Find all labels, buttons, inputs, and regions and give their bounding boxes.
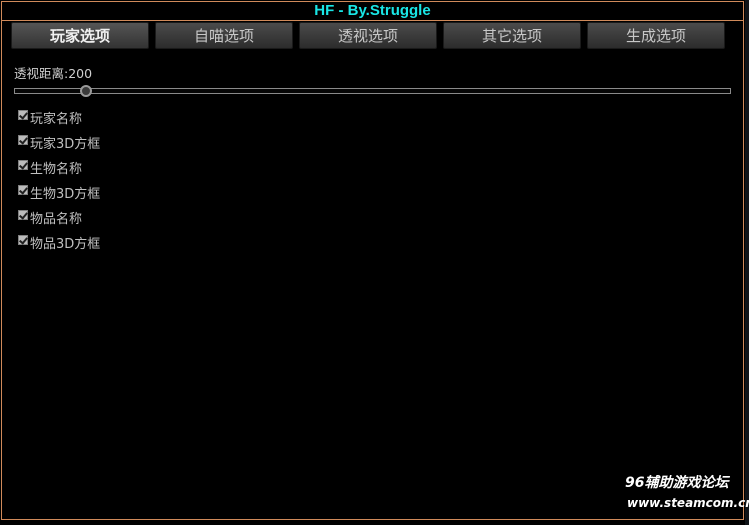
tab-esp-options[interactable]: 透视选项 — [299, 22, 437, 49]
checkbox-player-name[interactable] — [18, 109, 28, 120]
cheat-menu-window: HF - By.Struggle — [1, 1, 744, 520]
tab-player-options[interactable]: 玩家选项 — [11, 22, 149, 49]
background-edge — [745, 0, 749, 525]
checkbox-player-3d-box[interactable] — [18, 134, 28, 145]
option-player-3d-box[interactable]: 玩家3D方框 — [18, 130, 100, 155]
option-creature-name[interactable]: 生物名称 — [18, 155, 100, 180]
esp-distance-slider-track[interactable] — [14, 88, 731, 94]
tab-bar: 玩家选项 自喵选项 透视选项 其它选项 生成选项 — [11, 22, 725, 49]
option-creature-3d-box[interactable]: 生物3D方框 — [18, 180, 100, 205]
options-list: 玩家名称 玩家3D方框 生物名称 生物3D方框 物品名称 物品3D方框 — [18, 105, 100, 255]
option-label: 玩家名称 — [30, 112, 83, 127]
watermark-forum-name: 96辅助游戏论坛 — [625, 475, 729, 491]
tab-aimbot-options[interactable]: 自喵选项 — [155, 22, 293, 49]
checkbox-item-3d-box[interactable] — [18, 234, 28, 245]
option-item-name[interactable]: 物品名称 — [18, 205, 100, 230]
checkbox-creature-3d-box[interactable] — [18, 184, 28, 195]
option-label: 生物名称 — [30, 162, 83, 177]
checkbox-item-name[interactable] — [18, 209, 28, 220]
option-label: 物品3D方框 — [30, 237, 101, 252]
option-player-name[interactable]: 玩家名称 — [18, 105, 100, 130]
watermark-url: www.steamcom.cn — [627, 496, 749, 510]
esp-distance-slider-knob[interactable] — [79, 85, 92, 97]
window-title: HF - By.Struggle — [2, 2, 743, 21]
option-label: 玩家3D方框 — [30, 137, 101, 152]
option-label: 生物3D方框 — [30, 187, 101, 202]
checkbox-creature-name[interactable] — [18, 159, 28, 170]
tab-spawn-options[interactable]: 生成选项 — [587, 22, 725, 49]
esp-distance-label: 透视距离:200 — [14, 66, 93, 81]
tab-other-options[interactable]: 其它选项 — [443, 22, 581, 49]
option-label: 物品名称 — [30, 212, 83, 227]
option-item-3d-box[interactable]: 物品3D方框 — [18, 230, 100, 255]
